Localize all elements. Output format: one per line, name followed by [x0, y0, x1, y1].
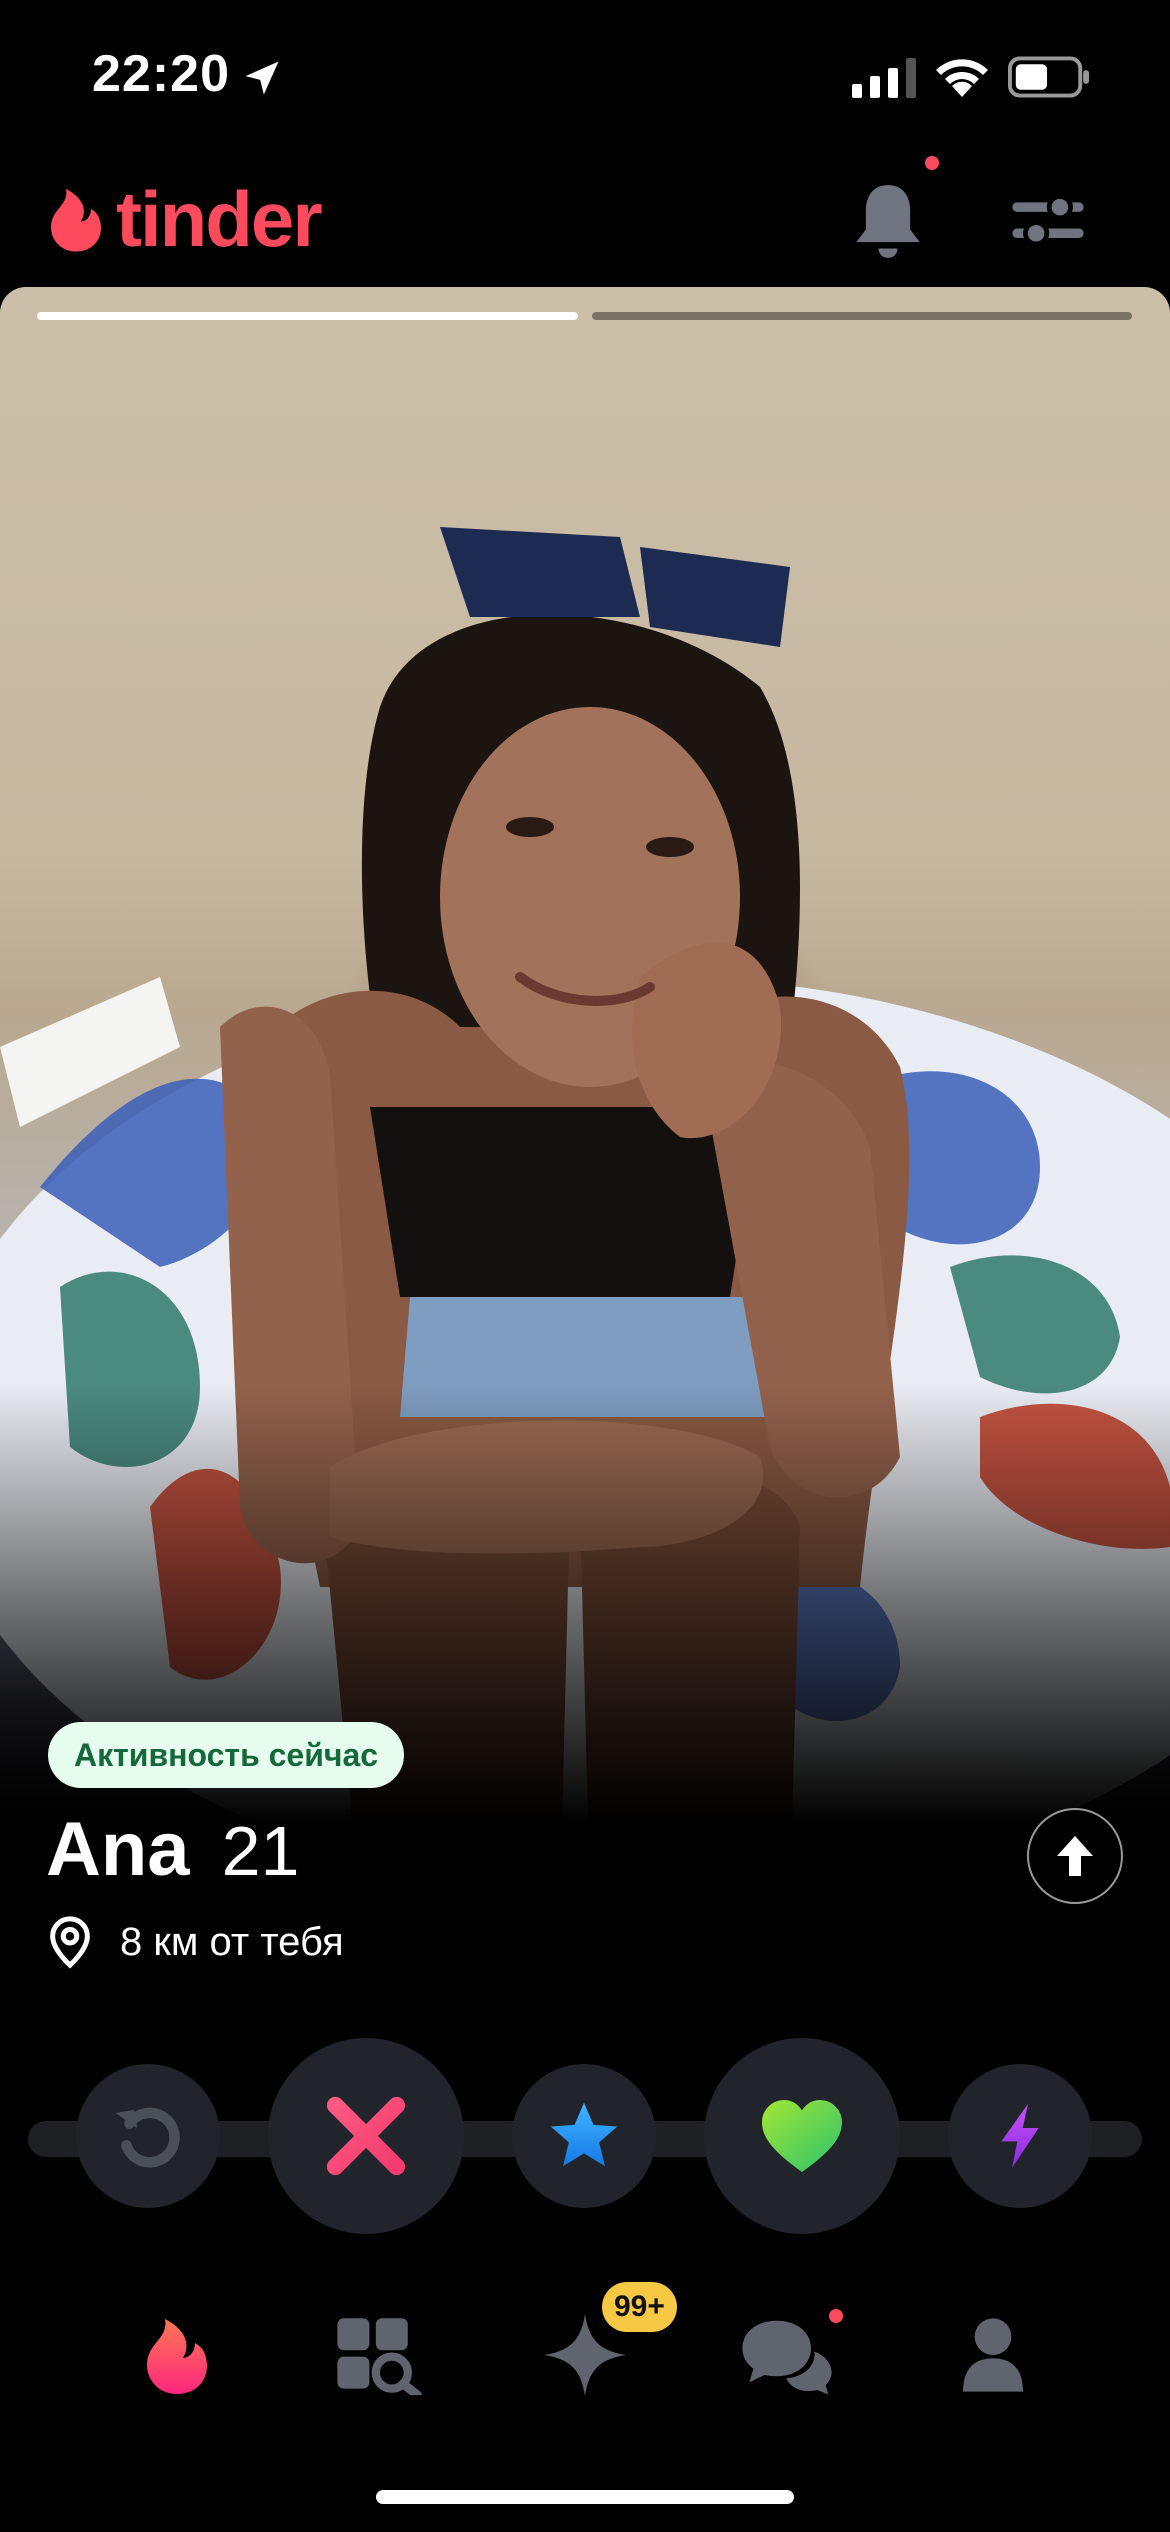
chat-icon	[742, 2320, 832, 2395]
filters-icon[interactable]	[1010, 184, 1086, 254]
battery-icon	[1008, 56, 1090, 98]
nope-button[interactable]	[268, 2038, 464, 2234]
likes-count-badge: 99+	[602, 2282, 677, 2332]
profile-name: Ana	[46, 1807, 190, 1892]
notification-bell-icon[interactable]	[850, 178, 926, 262]
activity-status-badge: Активность сейчас	[48, 1722, 405, 1788]
profile-age: 21	[221, 1812, 300, 1890]
location-arrow-icon	[245, 61, 279, 95]
status-time: 22:20	[92, 45, 230, 103]
super-like-button[interactable]	[512, 2064, 656, 2208]
distance-row: 8 км от тебя	[48, 1915, 344, 1969]
arrow-up-icon	[1057, 1836, 1093, 1876]
like-button[interactable]	[704, 2038, 900, 2234]
wifi-icon	[936, 59, 988, 97]
photo-progress-segment-1	[37, 312, 578, 320]
app-header: tinder	[0, 150, 1170, 285]
nav-profile[interactable]	[938, 2300, 1048, 2410]
tinder-logo[interactable]: tinder	[46, 175, 323, 263]
photo-progress-segment-2	[591, 312, 1132, 320]
distance-text: 8 км от тебя	[120, 1919, 344, 1964]
profile-card[interactable]	[0, 287, 1170, 1902]
rewind-button[interactable]	[76, 2064, 220, 2208]
notification-dot	[925, 156, 939, 170]
like-icon	[762, 2100, 842, 2172]
flame-logo-icon	[51, 189, 101, 252]
location-pin-icon	[50, 1916, 90, 1969]
flame-icon	[147, 2319, 207, 2394]
nav-messages[interactable]	[732, 2300, 842, 2410]
cellular-signal-icon	[852, 58, 916, 98]
status-bar: 22:20	[0, 0, 1170, 150]
super-like-icon	[550, 2102, 618, 2167]
boost-button[interactable]	[948, 2064, 1092, 2208]
nope-icon	[326, 2096, 406, 2176]
messages-unread-dot	[829, 2309, 843, 2323]
nav-explore[interactable]	[324, 2300, 434, 2410]
profile-name-row: Ana 21	[46, 1806, 299, 1893]
profile-icon	[963, 2318, 1023, 2392]
nav-discover[interactable]	[122, 2300, 232, 2410]
home-indicator	[376, 2490, 794, 2504]
open-profile-button[interactable]	[1027, 1808, 1123, 1904]
logo-text: tinder	[116, 175, 323, 263]
rewind-icon	[115, 2107, 180, 2168]
explore-icon	[337, 2318, 422, 2395]
photo-progress	[37, 312, 1132, 320]
boost-icon	[1001, 2104, 1039, 2168]
